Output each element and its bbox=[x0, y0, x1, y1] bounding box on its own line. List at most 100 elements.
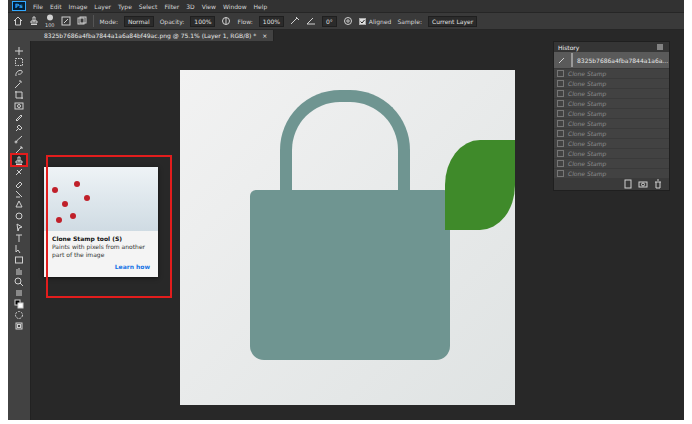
mode-dropdown[interactable]: Normal bbox=[124, 16, 154, 27]
camera-icon[interactable] bbox=[638, 179, 648, 190]
menu-item[interactable]: Layer bbox=[94, 3, 111, 10]
tool-button[interactable] bbox=[12, 298, 26, 308]
tool-icon[interactable] bbox=[14, 283, 24, 302]
history-step[interactable]: Clone Stamp bbox=[554, 89, 669, 99]
clone-source-icon[interactable] bbox=[77, 16, 87, 27]
history-step[interactable]: Clone Stamp bbox=[554, 169, 669, 179]
plant-shape bbox=[445, 140, 515, 230]
step-label: Clone Stamp bbox=[568, 80, 606, 87]
tool-button[interactable] bbox=[12, 89, 26, 99]
tool-button[interactable] bbox=[12, 122, 26, 132]
learn-how-link[interactable]: Learn how bbox=[52, 263, 150, 271]
tool-button[interactable] bbox=[12, 144, 26, 154]
menu-item[interactable]: Type bbox=[118, 3, 132, 10]
tool-button[interactable] bbox=[12, 276, 26, 286]
history-snapshot[interactable]: 8325b7686a4fba7844a1a6a... bbox=[554, 52, 669, 69]
tool-icon[interactable] bbox=[14, 118, 24, 137]
tool-icon[interactable] bbox=[14, 85, 24, 104]
history-step[interactable]: Clone Stamp bbox=[554, 149, 669, 159]
menu-item[interactable]: Window bbox=[223, 3, 247, 10]
tool-button[interactable] bbox=[12, 166, 26, 176]
history-step[interactable]: Clone Stamp bbox=[554, 119, 669, 129]
new-document-icon[interactable] bbox=[623, 179, 633, 190]
pressure-opacity-icon[interactable] bbox=[221, 16, 231, 27]
tool-button[interactable] bbox=[12, 100, 26, 110]
tool-icon[interactable] bbox=[14, 173, 24, 192]
tool-button[interactable] bbox=[12, 155, 26, 165]
opacity-field[interactable]: 100% bbox=[190, 16, 215, 27]
menu-item[interactable]: Filter bbox=[164, 3, 179, 10]
tool-icon[interactable] bbox=[14, 239, 24, 258]
aligned-checkbox[interactable] bbox=[359, 18, 366, 25]
brush-picker[interactable]: 100 bbox=[45, 14, 55, 28]
history-step[interactable]: Clone Stamp bbox=[554, 69, 669, 79]
tool-button[interactable] bbox=[12, 265, 26, 275]
tool-icon[interactable] bbox=[14, 63, 24, 82]
tool-icon[interactable] bbox=[14, 217, 24, 236]
tool-button[interactable] bbox=[12, 309, 26, 319]
tool-icon[interactable] bbox=[14, 261, 24, 280]
tool-button[interactable] bbox=[12, 232, 26, 242]
tool-button[interactable] bbox=[12, 111, 26, 121]
brush-settings-icon[interactable] bbox=[61, 16, 71, 27]
tool-icon[interactable] bbox=[14, 316, 24, 335]
tool-icon[interactable] bbox=[14, 305, 24, 324]
history-step[interactable]: Clone Stamp bbox=[554, 159, 669, 169]
history-step[interactable]: Clone Stamp bbox=[554, 129, 669, 139]
cherry-shape bbox=[52, 187, 58, 193]
tool-button[interactable] bbox=[12, 254, 26, 264]
tool-icon[interactable] bbox=[14, 129, 24, 148]
history-step[interactable]: Clone Stamp bbox=[554, 99, 669, 109]
menu-item[interactable]: File bbox=[33, 3, 43, 10]
tool-button[interactable] bbox=[12, 199, 26, 209]
tool-button[interactable] bbox=[12, 78, 26, 88]
history-step[interactable]: Clone Stamp bbox=[554, 79, 669, 89]
tool-icon[interactable] bbox=[14, 228, 24, 247]
menu-item[interactable]: Select bbox=[139, 3, 158, 10]
angle-field[interactable]: 0° bbox=[322, 16, 337, 27]
tool-button[interactable] bbox=[12, 210, 26, 220]
tool-button[interactable] bbox=[12, 243, 26, 253]
tool-icon[interactable] bbox=[14, 195, 24, 214]
menu-item[interactable]: View bbox=[202, 3, 216, 10]
sample-dropdown[interactable]: Current Layer bbox=[428, 16, 477, 27]
tool-icon[interactable] bbox=[14, 74, 24, 93]
tool-button[interactable] bbox=[12, 188, 26, 198]
clone-stamp-icon[interactable] bbox=[14, 151, 24, 170]
aligned-option[interactable]: Aligned bbox=[359, 18, 392, 25]
tool-icon[interactable] bbox=[14, 294, 24, 313]
tool-icon[interactable] bbox=[14, 206, 24, 225]
history-step[interactable]: Clone Stamp bbox=[554, 139, 669, 149]
tool-icon[interactable] bbox=[14, 41, 24, 60]
document-tab[interactable]: 8325b7686a4fba7844a1a6a84bf49ac.png @ 75… bbox=[8, 30, 274, 41]
tool-button[interactable] bbox=[12, 67, 26, 77]
tool-button[interactable] bbox=[12, 221, 26, 231]
tool-button[interactable] bbox=[12, 56, 26, 66]
close-tab-button[interactable]: × bbox=[262, 32, 267, 39]
trash-icon[interactable] bbox=[653, 179, 663, 190]
pressure-size-icon[interactable] bbox=[343, 16, 353, 27]
home-icon[interactable] bbox=[13, 16, 23, 27]
menu-item[interactable]: Help bbox=[254, 3, 268, 10]
tool-icon[interactable] bbox=[14, 52, 24, 71]
history-step[interactable]: Clone Stamp bbox=[554, 109, 669, 119]
tool-icon[interactable] bbox=[14, 162, 24, 181]
menu-item[interactable]: Edit bbox=[50, 3, 62, 10]
panel-menu-icon[interactable] bbox=[655, 42, 665, 53]
brush-size: 100 bbox=[45, 22, 55, 28]
tool-button[interactable] bbox=[12, 320, 26, 330]
stamp-icon[interactable] bbox=[29, 16, 39, 27]
tool-button[interactable] bbox=[12, 133, 26, 143]
menu-item[interactable]: 3D bbox=[186, 3, 194, 10]
tool-icon[interactable] bbox=[14, 250, 24, 269]
tool-button[interactable] bbox=[12, 287, 26, 297]
brush-source-icon[interactable] bbox=[557, 55, 567, 66]
tool-button[interactable] bbox=[12, 45, 26, 55]
tool-icon[interactable] bbox=[14, 272, 24, 291]
tool-icon[interactable] bbox=[14, 96, 24, 115]
tool-button[interactable] bbox=[12, 177, 26, 187]
airbrush-icon[interactable] bbox=[290, 16, 300, 27]
tool-icon[interactable] bbox=[14, 107, 24, 126]
flow-field[interactable]: 100% bbox=[259, 16, 284, 27]
menu-item[interactable]: Image bbox=[69, 3, 88, 10]
